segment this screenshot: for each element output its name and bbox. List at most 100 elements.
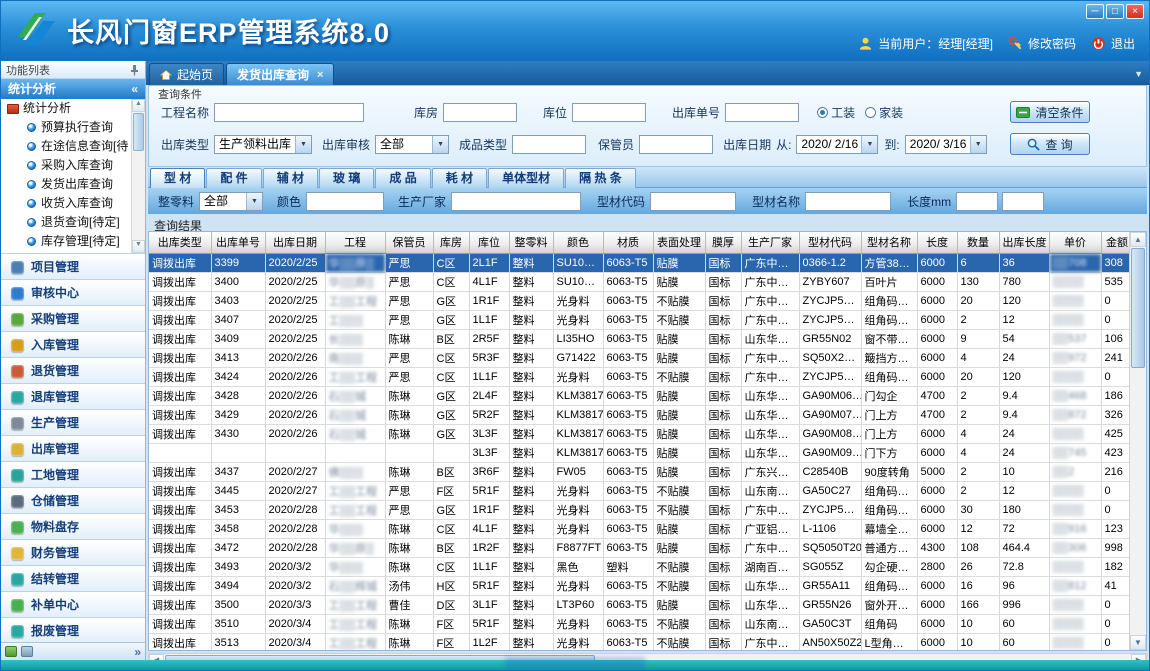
table-row[interactable]: 调拨出库34092020/2/25长▒▒▒陈琳B区2R5F整料LI35HO606… <box>149 329 1133 348</box>
tree-item[interactable]: 收货入库查询 <box>1 194 145 213</box>
tab-start-page[interactable]: 起始页 <box>149 63 224 85</box>
sidebar-section[interactable]: 入库管理 <box>1 332 145 358</box>
table-row[interactable]: 调拨出库34072020/2/25工▒▒▒严思G区1L1F整料光身料6063-T… <box>149 310 1133 329</box>
color-input[interactable] <box>306 192 384 211</box>
tree-item[interactable]: 预算执行查询 <box>1 118 145 137</box>
column-header[interactable]: 工程 <box>325 232 385 253</box>
profile-name-input[interactable] <box>805 192 891 211</box>
column-header[interactable]: 长度 <box>917 232 957 253</box>
sidebar-section[interactable]: 生产管理 <box>1 410 145 436</box>
sidebar-section[interactable]: 出库管理 <box>1 436 145 462</box>
sidebar-section[interactable]: 补单中心 <box>1 592 145 618</box>
vertical-scrollbar[interactable]: ▲ ▼ <box>1129 232 1146 650</box>
table-row[interactable]: 调拨出库33992020/2/25华▒▒原▒严思C区2L1F整料SU10…606… <box>149 253 1133 272</box>
column-header[interactable]: 保管员 <box>385 232 433 253</box>
keeper-input[interactable] <box>639 135 713 154</box>
tab-close-icon[interactable]: × <box>317 69 323 81</box>
column-header[interactable]: 出库类型 <box>149 232 211 253</box>
length-from-input[interactable] <box>956 192 998 211</box>
column-header[interactable]: 出库单号 <box>211 232 265 253</box>
radio-gongzhuang[interactable] <box>817 107 828 118</box>
sidebar-section[interactable]: 结转管理 <box>1 566 145 592</box>
table-row[interactable]: 调拨出库34452020/2/27工▒▒工程严思F区5R1F整料光身料6063-… <box>149 481 1133 500</box>
logout-link[interactable]: 退出 <box>1111 35 1135 52</box>
tree-item[interactable]: 库存管理[待定] <box>1 232 145 251</box>
column-header[interactable]: 生产厂家 <box>741 232 799 253</box>
tree-item[interactable]: 采购入库查询 <box>1 156 145 175</box>
table-row[interactable]: 调拨出库34582020/2/28华▒▒▒陈琳C区4L1F整料光身料6063-T… <box>149 519 1133 538</box>
clear-conditions-button[interactable]: 清空条件 <box>1010 101 1090 123</box>
material-tab[interactable]: 配 件 <box>206 168 261 188</box>
column-header[interactable]: 整零料 <box>509 232 553 253</box>
column-header[interactable]: 库房 <box>433 232 469 253</box>
column-header[interactable]: 颜色 <box>553 232 603 253</box>
sidebar-section[interactable]: 物料盘存 <box>1 514 145 540</box>
table-row[interactable]: 调拨出库34302020/2/26石▒▒城陈琳G区3L3F整料KLM381760… <box>149 424 1133 443</box>
material-tab[interactable]: 成 品 <box>375 168 430 188</box>
tab-list-dropdown-icon[interactable]: ▼ <box>1134 69 1143 79</box>
collapse-icon[interactable]: « <box>131 79 138 99</box>
chevron-down-icon[interactable]: ▼ <box>246 193 262 210</box>
column-header[interactable]: 数量 <box>957 232 999 253</box>
pin-icon[interactable] <box>129 64 140 76</box>
table-row[interactable]: 调拨出库34292020/2/26石▒▒城陈琳G区5R2F整料KLM381760… <box>149 405 1133 424</box>
table-row[interactable]: 调拨出库34282020/2/26石▒▒城陈琳G区2L4F整料KLM381760… <box>149 386 1133 405</box>
warehouse-input[interactable] <box>443 103 517 122</box>
column-header[interactable]: 材质 <box>603 232 653 253</box>
order-no-input[interactable] <box>725 103 799 122</box>
project-name-input[interactable] <box>214 103 364 122</box>
scroll-down-icon[interactable]: ▼ <box>132 240 145 253</box>
search-button[interactable]: 查 询 <box>1010 133 1090 155</box>
tree-item[interactable]: 在途信息查询[待 <box>1 137 145 156</box>
table-row[interactable]: 3L3F整料KLM38176063-T5贴膜国标山东华…GA90M09…门下方6… <box>149 443 1133 462</box>
location-input[interactable] <box>572 103 646 122</box>
table-row[interactable]: 调拨出库35002020/3/3工▒▒工程曹佳D区3L1F整料LT3P60606… <box>149 595 1133 614</box>
scroll-up-icon[interactable]: ▲ <box>132 99 145 112</box>
column-header[interactable]: 型材代码 <box>799 232 861 253</box>
material-tab[interactable]: 隔 热 条 <box>565 168 636 188</box>
sidebar-section[interactable]: 工地管理 <box>1 462 145 488</box>
list-view-icon[interactable] <box>5 646 17 657</box>
tree-item[interactable]: 退货查询[待定] <box>1 213 145 232</box>
computer-icon[interactable] <box>21 646 33 657</box>
table-row[interactable]: 调拨出库34722020/2/28华▒▒原▒陈琳B区1R2F整料F8877FT6… <box>149 538 1133 557</box>
table-row[interactable]: 调拨出库34242020/2/26工▒▒工程严思C区1L1F整料光身料6063-… <box>149 367 1133 386</box>
table-row[interactable]: 调拨出库34942020/3/2石▒▒辉城汤伟H区5R1F整料光身料6063-T… <box>149 576 1133 595</box>
material-tab[interactable]: 玻 璃 <box>319 168 374 188</box>
column-header[interactable]: 出库长度 <box>999 232 1049 253</box>
table-row[interactable]: 调拨出库34032020/2/25工▒▒工程严思G区1R1F整料光身料6063-… <box>149 291 1133 310</box>
column-header[interactable]: 库位 <box>469 232 509 253</box>
scroll-thumb[interactable] <box>1131 248 1145 368</box>
tab-shipping-outbound-query[interactable]: 发货出库查询 × <box>226 63 334 85</box>
maximize-button[interactable]: □ <box>1106 4 1124 19</box>
close-button[interactable]: × <box>1126 4 1144 19</box>
sidebar-section[interactable]: 审核中心 <box>1 280 145 306</box>
chevron-down-icon[interactable]: ▼ <box>861 136 877 153</box>
table-row[interactable]: 调拨出库35132020/3/4工▒▒工程陈琳F区1L2F整料光身料6063-T… <box>149 633 1133 651</box>
outbound-audit-select[interactable]: 全部 ▼ <box>375 135 449 154</box>
sidebar-section[interactable]: 财务管理 <box>1 540 145 566</box>
expand-icon[interactable]: » <box>134 645 141 659</box>
table-row[interactable]: 调拨出库35102020/3/4工▒▒工程陈琳F区5R1F整料光身料6063-T… <box>149 614 1133 633</box>
material-tab[interactable]: 耗 材 <box>432 168 487 188</box>
material-tab[interactable]: 单体型材 <box>488 168 564 188</box>
tree-item[interactable]: 发货出库查询 <box>1 175 145 194</box>
sidebar-section[interactable]: 报废管理 <box>1 618 145 644</box>
scroll-up-icon[interactable]: ▲ <box>1130 232 1146 247</box>
column-header[interactable]: 出库日期 <box>265 232 325 253</box>
length-to-input[interactable] <box>1002 192 1044 211</box>
sidebar-section[interactable]: 采购管理 <box>1 306 145 332</box>
radio-jiazhuang[interactable] <box>865 107 876 118</box>
date-from-picker[interactable]: 2020/ 2/16 ▼ <box>796 135 878 154</box>
sidebar-section[interactable]: 退库管理 <box>1 384 145 410</box>
date-to-picker[interactable]: 2020/ 3/16 ▼ <box>905 135 987 154</box>
material-tab[interactable]: 辅 材 <box>263 168 318 188</box>
minimize-button[interactable]: ─ <box>1086 4 1104 19</box>
sidebar-section[interactable]: 退货管理 <box>1 358 145 384</box>
scroll-thumb[interactable] <box>133 113 144 151</box>
chevron-down-icon[interactable]: ▼ <box>970 136 986 153</box>
column-header[interactable]: 单价 <box>1049 232 1101 253</box>
chevron-down-icon[interactable]: ▼ <box>432 136 448 153</box>
chevron-down-icon[interactable]: ▼ <box>295 136 311 153</box>
profile-code-input[interactable] <box>650 192 736 211</box>
